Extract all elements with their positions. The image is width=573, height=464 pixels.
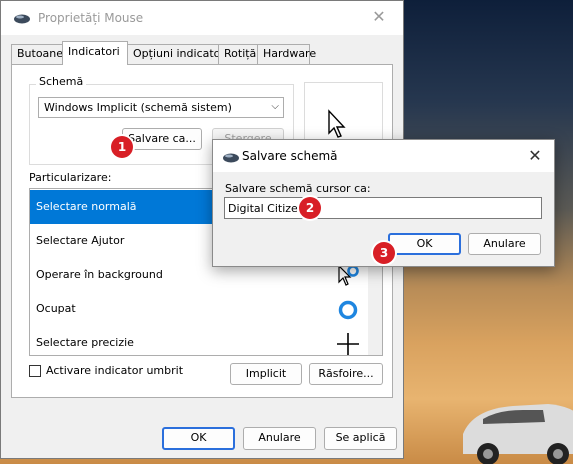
tab-butoane[interactable]: Butoane bbox=[11, 44, 63, 64]
scheme-dropdown[interactable]: Windows Implicit (schemă sistem) ⌵ bbox=[38, 97, 284, 118]
tab-hardware[interactable]: Hardware bbox=[257, 44, 316, 64]
scheme-group-label: Schemă bbox=[36, 75, 87, 88]
close-icon[interactable]: ✕ bbox=[369, 7, 389, 27]
step-badge-2: 2 bbox=[299, 197, 321, 219]
browse-button[interactable]: Răsfoire... bbox=[309, 363, 383, 385]
apply-button[interactable]: Se aplică bbox=[324, 427, 397, 450]
list-item-label: Selectare Ajutor bbox=[36, 234, 125, 247]
step-badge-3: 3 bbox=[373, 242, 395, 264]
tab-optiuni-indicatori[interactable]: Opțiuni indicatori bbox=[127, 44, 228, 64]
chevron-down-icon: ⌵ bbox=[271, 101, 279, 112]
window-title: Proprietăți Mouse bbox=[38, 11, 144, 25]
dialog-title: Salvare schemă bbox=[242, 149, 338, 163]
save-as-button[interactable]: Salvare ca... bbox=[122, 128, 202, 150]
list-item-label: Selectare normală bbox=[36, 200, 137, 213]
list-item-label: Ocupat bbox=[36, 302, 76, 315]
list-item-label: Operare în background bbox=[36, 268, 163, 281]
list-item-label: Selectare precizie bbox=[36, 336, 134, 349]
dialog-titlebar: Salvare schemă ✕ bbox=[213, 140, 554, 172]
window-titlebar: Proprietăți Mouse ✕ bbox=[1, 1, 403, 35]
list-item-precision-select[interactable]: Selectare precizie bbox=[30, 326, 382, 355]
shadow-checkbox[interactable] bbox=[29, 365, 41, 377]
dialog-ok-button[interactable]: OK bbox=[388, 233, 461, 255]
dialog-cancel-button[interactable]: Anulare bbox=[468, 233, 541, 255]
shadow-checkbox-label: Activare indicator umbrit bbox=[46, 364, 184, 377]
precision-select-cursor-icon bbox=[337, 333, 359, 355]
close-icon[interactable]: ✕ bbox=[525, 146, 545, 166]
scheme-name-prompt: Salvare schemă cursor ca: bbox=[225, 182, 371, 195]
list-item-busy[interactable]: Ocupat bbox=[30, 292, 382, 326]
scheme-name-input-value: Digital Citizen bbox=[228, 202, 305, 215]
tab-indicatori[interactable]: Indicatori bbox=[62, 41, 128, 65]
arrow-cursor-icon bbox=[328, 109, 346, 138]
mouse-icon bbox=[14, 14, 30, 24]
working-in-background-cursor-icon bbox=[338, 264, 359, 286]
background-car-silhouette bbox=[463, 404, 573, 464]
cancel-button[interactable]: Anulare bbox=[243, 427, 316, 450]
scheme-name-input[interactable]: Digital Citizen bbox=[224, 197, 542, 219]
default-button[interactable]: Implicit bbox=[230, 363, 302, 385]
tab-rotita[interactable]: Rotiță bbox=[218, 44, 258, 64]
busy-cursor-icon bbox=[338, 300, 358, 320]
mouse-icon bbox=[223, 153, 239, 163]
ok-button[interactable]: OK bbox=[162, 427, 235, 450]
step-badge-1: 1 bbox=[111, 136, 133, 158]
customize-label: Particularizare: bbox=[29, 171, 112, 184]
scheme-dropdown-value: Windows Implicit (schemă sistem) bbox=[44, 101, 232, 114]
